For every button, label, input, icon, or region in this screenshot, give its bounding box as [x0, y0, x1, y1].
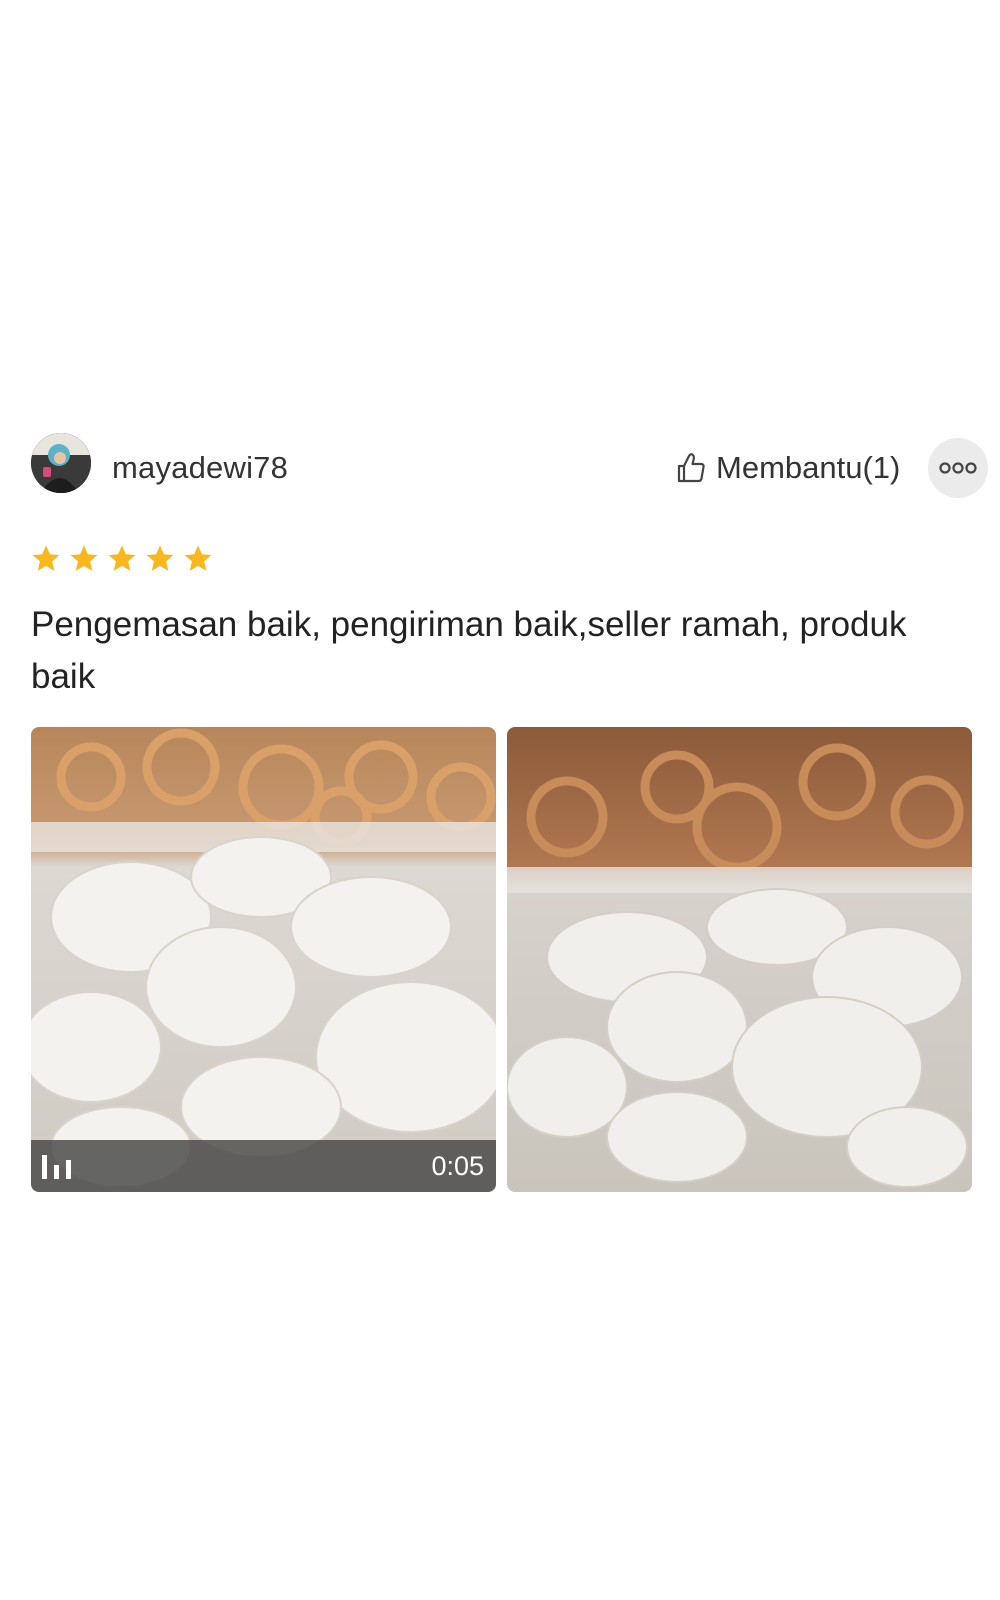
- helpful-label: Membantu(1): [716, 450, 901, 485]
- photo-thumbnail-image: [507, 727, 972, 1192]
- video-overlay-bar: 0:05: [31, 1140, 496, 1192]
- review-photo-thumbnail[interactable]: [507, 727, 972, 1192]
- more-options-button[interactable]: [928, 438, 988, 498]
- star-icon: [70, 545, 98, 571]
- avatar-image: [31, 433, 91, 493]
- helpful-button[interactable]: Membantu(1): [676, 446, 900, 490]
- video-duration: 0:05: [431, 1151, 484, 1181]
- rating-stars: [30, 543, 220, 575]
- star-icon: [32, 545, 60, 571]
- star-icon: [108, 545, 136, 571]
- review-video-thumbnail[interactable]: 0:05: [31, 727, 496, 1192]
- video-bars-icon: [42, 1155, 71, 1179]
- star-icon: [146, 545, 174, 571]
- review-card: mayadewi78 Membantu(1) Pengemasan baik, …: [0, 0, 1000, 1600]
- star-icon: [184, 545, 212, 571]
- review-text: Pengemasan baik, pengiriman baik,seller …: [31, 605, 907, 696]
- video-thumbnail-image: [31, 727, 496, 1192]
- more-options-icon: [939, 462, 977, 474]
- username[interactable]: mayadewi78: [112, 450, 288, 486]
- avatar[interactable]: [31, 433, 91, 493]
- thumbs-up-icon: [677, 453, 705, 483]
